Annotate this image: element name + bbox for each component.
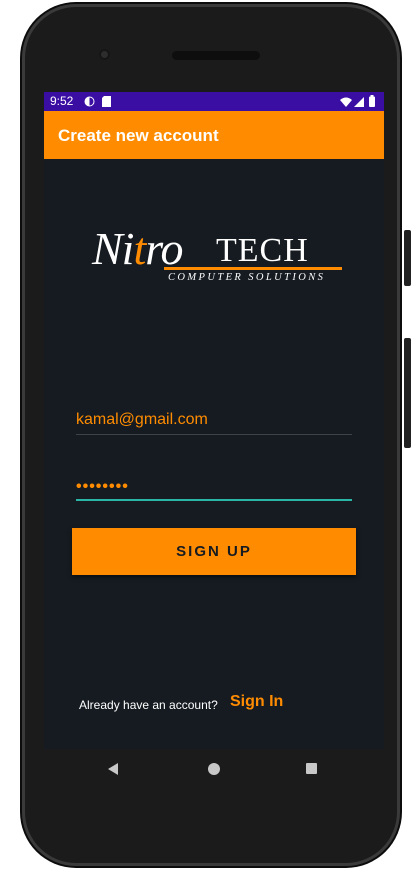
battery-icon [369,95,375,110]
sign-in-link[interactable]: Sign In [230,693,283,711]
screen: 9:52 Create new account Nitro TECH COMPU… [44,92,384,749]
navigation-bar [44,749,384,793]
sign-up-button[interactable]: SIGN UP [72,528,356,575]
status-time: 9:52 [50,94,74,108]
email-underline [76,434,352,435]
front-camera [99,49,110,60]
wifi-icon [340,96,352,110]
logo-underline [164,267,342,270]
data-saver-icon [84,96,95,110]
nitrotech-logo: Nitro TECH COMPUTER SOLUTIONS [92,222,352,290]
password-focus-underline [76,499,352,501]
home-icon[interactable] [208,763,220,775]
logo-text-ni: Ni [92,223,134,274]
email-field[interactable] [76,408,352,432]
password-field[interactable] [76,475,352,499]
already-have-account-text: Already have an account? [79,698,218,712]
sd-card-icon [102,96,111,110]
recents-icon[interactable] [306,763,317,774]
logo-text-tech: TECH [216,232,309,269]
logo-text-t: t [133,223,146,274]
power-button [404,338,411,448]
volume-button [404,230,411,286]
signal-icon [354,96,364,110]
back-icon[interactable] [108,763,118,775]
page-title: Create new account [58,126,219,145]
earpiece-speaker [172,51,260,60]
status-bar: 9:52 [44,92,384,111]
app-bar: Create new account [44,111,384,159]
logo-tagline: COMPUTER SOLUTIONS [168,272,326,283]
